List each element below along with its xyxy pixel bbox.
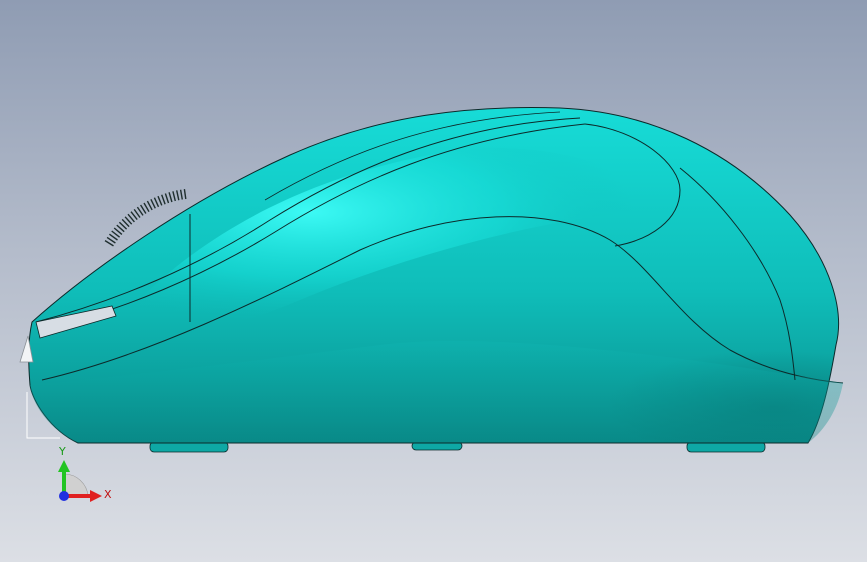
cad-scene[interactable]: Y X [0,0,867,562]
scroll-wheel-rib [172,191,176,202]
y-axis-arrow [58,460,70,472]
scroll-wheel-rib [150,198,156,209]
scroll-wheel-rib [183,189,187,200]
scroll-wheel-rib [157,195,163,206]
x-axis-label: X [104,488,112,501]
scroll-wheel-rib [153,197,160,208]
z-axis-dot [59,491,69,501]
scroll-wheel-rib [176,190,180,201]
scroll-wheel-rib [179,189,183,200]
x-axis-arrow [90,490,102,502]
scroll-wheel-rib [168,192,173,203]
scroll-wheel-rib [164,193,170,204]
coordinate-triad[interactable]: Y X [58,445,112,502]
scroll-wheel-rib [161,194,166,205]
y-axis-label: Y [58,445,66,458]
scroll-wheel-rib [146,200,153,211]
graphics-viewport[interactable]: Y X [0,0,867,562]
